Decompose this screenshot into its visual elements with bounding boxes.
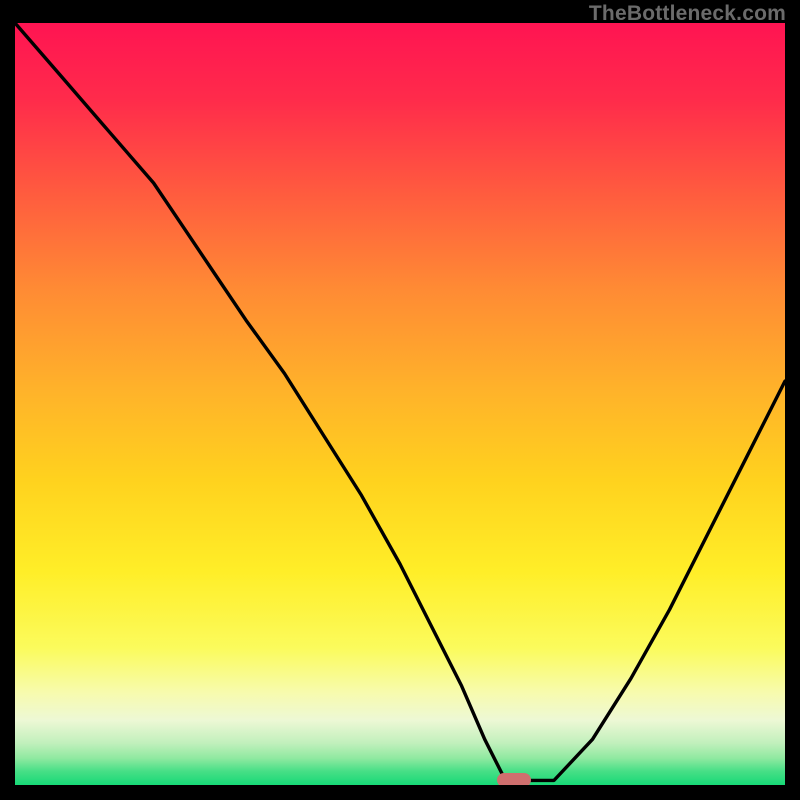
bottleneck-curve <box>15 23 785 785</box>
optimal-point-marker <box>497 773 531 785</box>
chart-frame: TheBottleneck.com <box>0 0 800 800</box>
plot-area <box>15 23 785 785</box>
watermark-text: TheBottleneck.com <box>589 2 786 26</box>
